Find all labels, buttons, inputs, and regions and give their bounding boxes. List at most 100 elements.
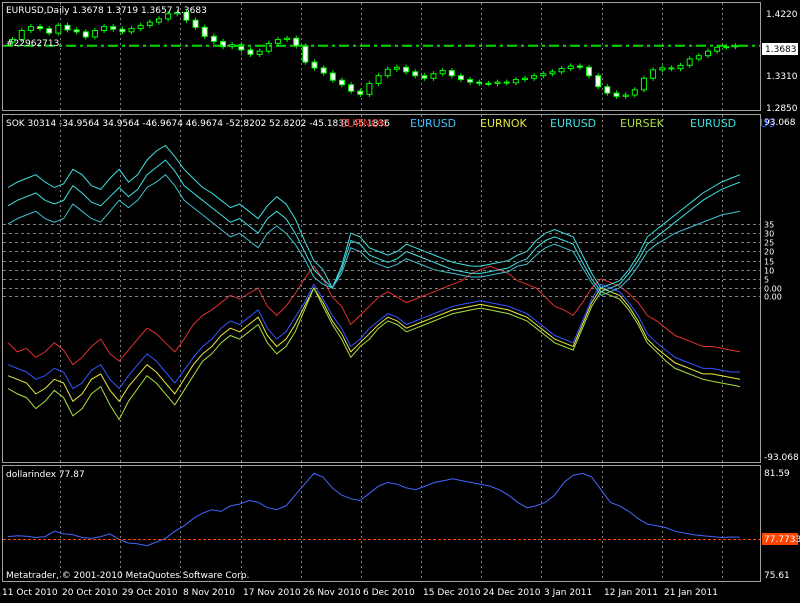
order-label: #22962713 xyxy=(6,39,59,49)
legend-entry: EURNOK xyxy=(340,117,388,130)
main-title: EURUSD,Daily 1.3678 1.3719 1.3657 1.3683 xyxy=(6,6,207,16)
candle-body xyxy=(366,82,373,95)
candle-body xyxy=(503,81,510,84)
indicator-scale-top: 93.068 xyxy=(764,118,796,128)
candle-body xyxy=(467,79,474,83)
metatrader-chart-window[interactable]: EURUSD,Daily 1.3678 1.3719 1.3657 1.3683… xyxy=(0,0,800,600)
main-panel-frame xyxy=(2,2,761,111)
dollar-scale-bottom: 75.61 xyxy=(764,571,790,581)
time-axis-label: 6 Dec 2010 xyxy=(363,588,415,598)
candle-body xyxy=(595,75,602,88)
candle-body xyxy=(668,67,675,70)
candle-body xyxy=(375,75,382,84)
candle-body xyxy=(46,28,53,34)
candle-body xyxy=(714,46,721,52)
candle-body xyxy=(128,28,135,33)
time-axis-label: 20 Oct 2010 xyxy=(62,588,118,598)
level-label: 0.00 xyxy=(764,293,782,302)
candle-body xyxy=(247,49,254,55)
copyright-text: Metatrader, © 2001-2010 MetaQuotes Softw… xyxy=(6,571,249,581)
candle-body xyxy=(101,26,108,32)
candle-body xyxy=(622,94,629,97)
time-axis-label: 29 Oct 2010 xyxy=(122,588,178,598)
candle-body xyxy=(137,24,144,30)
candle-body xyxy=(403,66,410,73)
legend-entry: EURUSD xyxy=(410,117,456,130)
candle-body xyxy=(110,26,117,30)
level-label: 15 xyxy=(764,258,774,267)
legend-entry: EURUSD xyxy=(550,117,596,130)
candle-body xyxy=(576,65,583,68)
candle-body xyxy=(677,64,684,70)
time-axis-label: 12 Jan 2011 xyxy=(604,588,658,598)
chart-canvas[interactable]: EURUSD,Daily 1.3678 1.3719 1.3657 1.3683… xyxy=(0,0,800,600)
candle-body xyxy=(82,31,89,38)
sok-line xyxy=(7,159,741,293)
indicator-header: SOK 30314 -34.9564 34.9564 -46.9674 46.9… xyxy=(6,119,390,129)
level-label: 20 xyxy=(764,248,774,257)
candle-body xyxy=(521,77,528,81)
candle-body xyxy=(155,18,162,23)
candle-body xyxy=(338,79,345,86)
candle-body xyxy=(201,26,208,37)
candle-body xyxy=(311,61,318,69)
candle-body xyxy=(73,29,80,33)
candle-body xyxy=(686,58,693,66)
time-axis-label: 8 Nov 2010 xyxy=(183,588,235,598)
candle-body xyxy=(604,86,611,94)
candle-body xyxy=(512,79,519,84)
candle-body xyxy=(430,73,437,79)
candle-body xyxy=(274,39,281,44)
candle-body xyxy=(284,37,291,41)
candle-body xyxy=(192,19,199,28)
candle-body xyxy=(320,67,327,74)
candle-body xyxy=(448,70,455,77)
candle-body xyxy=(476,81,483,84)
candle-body xyxy=(531,75,538,79)
candle-body xyxy=(549,71,556,75)
sok-line xyxy=(7,265,741,366)
time-axis-label: 24 Dec 2010 xyxy=(483,588,541,598)
candle-body xyxy=(210,35,217,42)
candle-body xyxy=(439,70,446,75)
time-axis-label: 17 Nov 2010 xyxy=(243,588,301,598)
candle-body xyxy=(146,21,153,26)
time-axis-label: 21 Jan 2011 xyxy=(664,588,718,598)
level-label: 30 xyxy=(764,230,774,239)
indicator-legend: EURNOK EURUSD EURNOK EURUSD EURSEK EURUSD US xyxy=(340,117,775,130)
dollar-header: dollarindex 77.87 xyxy=(6,470,85,480)
candle-body xyxy=(27,26,34,32)
candle-body xyxy=(64,24,71,31)
indicator-scale-bottom: -93.068 xyxy=(764,453,799,463)
candle-body xyxy=(613,92,620,97)
time-axis-label: 3 Jan 2011 xyxy=(544,588,592,598)
sok-line xyxy=(7,283,740,390)
legend-entry: EURSEK xyxy=(620,117,665,130)
bid-label: 1.3683 xyxy=(765,45,797,55)
candle-body xyxy=(558,68,565,73)
candle-body xyxy=(265,42,272,52)
candle-body xyxy=(55,24,62,34)
candle-body xyxy=(421,75,428,79)
candle-body xyxy=(302,45,309,63)
candle-body xyxy=(384,68,391,77)
legend-entry: EURNOK xyxy=(480,117,528,130)
legend-entry: EURUSD xyxy=(690,117,736,130)
sok-series xyxy=(7,144,741,421)
level-label: 5 xyxy=(764,276,769,285)
time-axis-label: 26 Nov 2010 xyxy=(303,588,361,598)
candle-body xyxy=(256,50,263,55)
price-tick-mid: 1.3310 xyxy=(766,72,798,82)
candle-body xyxy=(567,65,574,70)
dollar-scale-top: 81.59 xyxy=(764,469,790,479)
dollarindex-line xyxy=(7,472,741,547)
candle-body xyxy=(650,69,657,79)
candle-body xyxy=(659,67,666,71)
price-tick-high: 1.4220 xyxy=(766,10,798,20)
candle-body xyxy=(357,90,364,95)
candle-body xyxy=(704,50,711,57)
candle-body xyxy=(695,55,702,60)
candlestick-series xyxy=(3,9,760,99)
candle-body xyxy=(393,66,400,70)
level-label: 35 xyxy=(764,221,774,230)
